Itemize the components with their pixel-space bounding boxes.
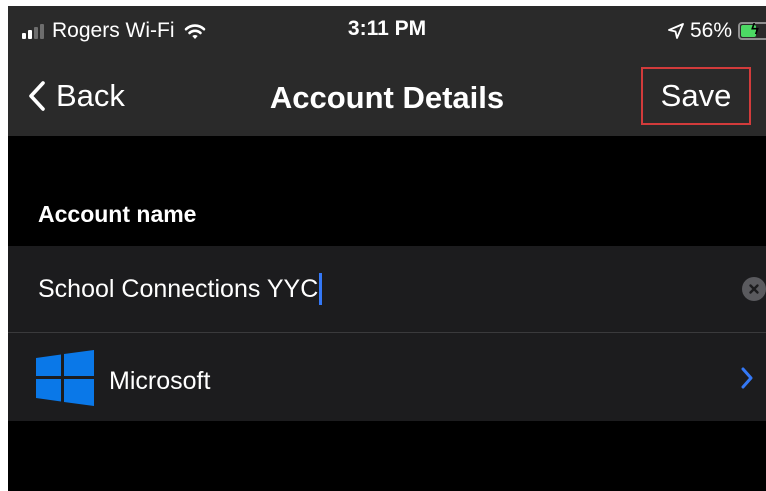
chevron-left-icon [28, 80, 46, 112]
phone-screen: Rogers Wi-Fi 3:11 PM 56% ϟ Back Account … [8, 6, 766, 491]
account-name-row: School Connections YYC [8, 246, 766, 332]
account-name-value: School Connections YYC [38, 274, 319, 303]
status-right: 56% ϟ [668, 16, 766, 46]
navigation-bar: Back Account Details Save [8, 56, 766, 136]
battery-charging-icon: ϟ [738, 21, 766, 40]
provider-label: Microsoft [109, 367, 211, 395]
text-caret [319, 273, 323, 305]
windows-logo-icon [36, 350, 94, 406]
provider-row[interactable]: Microsoft [8, 333, 766, 421]
save-label: Save [660, 78, 732, 113]
clear-x-icon[interactable] [742, 277, 766, 301]
status-bar: Rogers Wi-Fi 3:11 PM 56% ϟ [8, 6, 766, 56]
back-label: Back [56, 78, 125, 113]
back-button[interactable]: Back [28, 74, 125, 118]
account-name-field[interactable]: School Connections YYC [38, 271, 323, 307]
chevron-right-icon [740, 366, 754, 395]
battery-percent: 56% [689, 19, 732, 42]
location-arrow-icon [668, 23, 684, 39]
status-time: 3:11 PM [347, 17, 427, 40]
account-name-header: Account name [38, 201, 197, 227]
save-button[interactable]: Save [641, 67, 751, 125]
